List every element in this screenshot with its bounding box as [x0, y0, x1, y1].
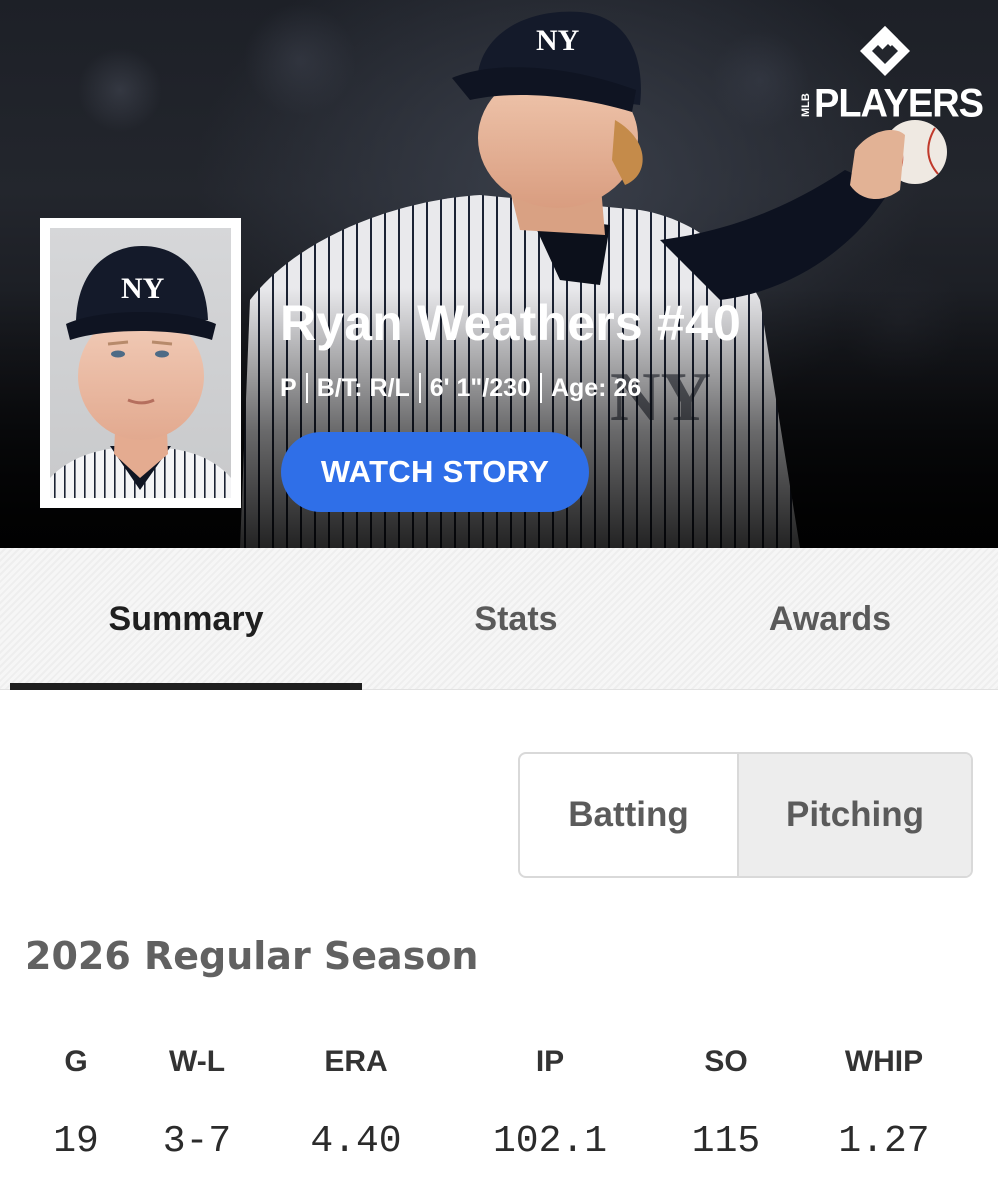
- stat-header-ip: IP: [535, 1045, 565, 1078]
- divider: [539, 373, 542, 403]
- divider: [418, 373, 421, 403]
- players-wordmark: PLAYERS: [814, 81, 984, 127]
- player-hero: NY NY MLB PLAYERS: [0, 0, 998, 548]
- stat-value-era: 4.40: [310, 1120, 402, 1163]
- svg-text:NY: NY: [121, 272, 165, 305]
- stat-header-whip: WHIP: [844, 1045, 924, 1078]
- stat-value-so: 115: [691, 1120, 761, 1163]
- batting-toggle-button[interactable]: Batting: [520, 754, 739, 876]
- player-bio-line: P B/T: R/L 6' 1"/230 Age: 26: [280, 370, 641, 406]
- diamond-logo-icon: [860, 26, 910, 76]
- stat-value-ip: 102.1: [492, 1120, 608, 1163]
- player-name: Ryan Weathers #40: [280, 295, 742, 351]
- profile-tabs: Summary Stats Awards: [0, 548, 998, 690]
- stat-header-era: ERA: [324, 1045, 388, 1078]
- stat-value-w-l: 3-7: [162, 1120, 232, 1163]
- mlb-players-logo[interactable]: MLB PLAYERS: [798, 22, 984, 126]
- pitching-toggle-button[interactable]: Pitching: [739, 754, 971, 876]
- tab-awards[interactable]: Awards: [670, 548, 990, 690]
- player-headshot-frame: NY: [40, 218, 241, 508]
- player-age: Age: 26: [550, 374, 642, 402]
- tab-summary[interactable]: Summary: [10, 548, 362, 690]
- headshot-portrait: NY: [50, 246, 231, 498]
- stat-header-so: SO: [704, 1045, 748, 1078]
- mlb-vertical-label: MLB: [800, 93, 812, 117]
- season-title: 2026 Regular Season: [25, 934, 479, 978]
- player-position: P: [280, 374, 297, 402]
- player-headshot: NY: [50, 228, 231, 498]
- stat-value-whip: 1.27: [838, 1120, 930, 1163]
- divider: [305, 373, 308, 403]
- stat-header-w-l: W-L: [168, 1045, 226, 1078]
- player-height-weight: 6' 1"/230: [429, 374, 531, 402]
- player-bats-throws: B/T: R/L: [316, 374, 410, 402]
- svg-text:NY: NY: [536, 24, 580, 57]
- batting-pitching-toggle: Batting Pitching: [518, 752, 973, 878]
- watch-story-button[interactable]: WATCH STORY: [281, 432, 589, 512]
- tab-stats[interactable]: Stats: [362, 548, 670, 690]
- active-tab-indicator: [10, 683, 362, 690]
